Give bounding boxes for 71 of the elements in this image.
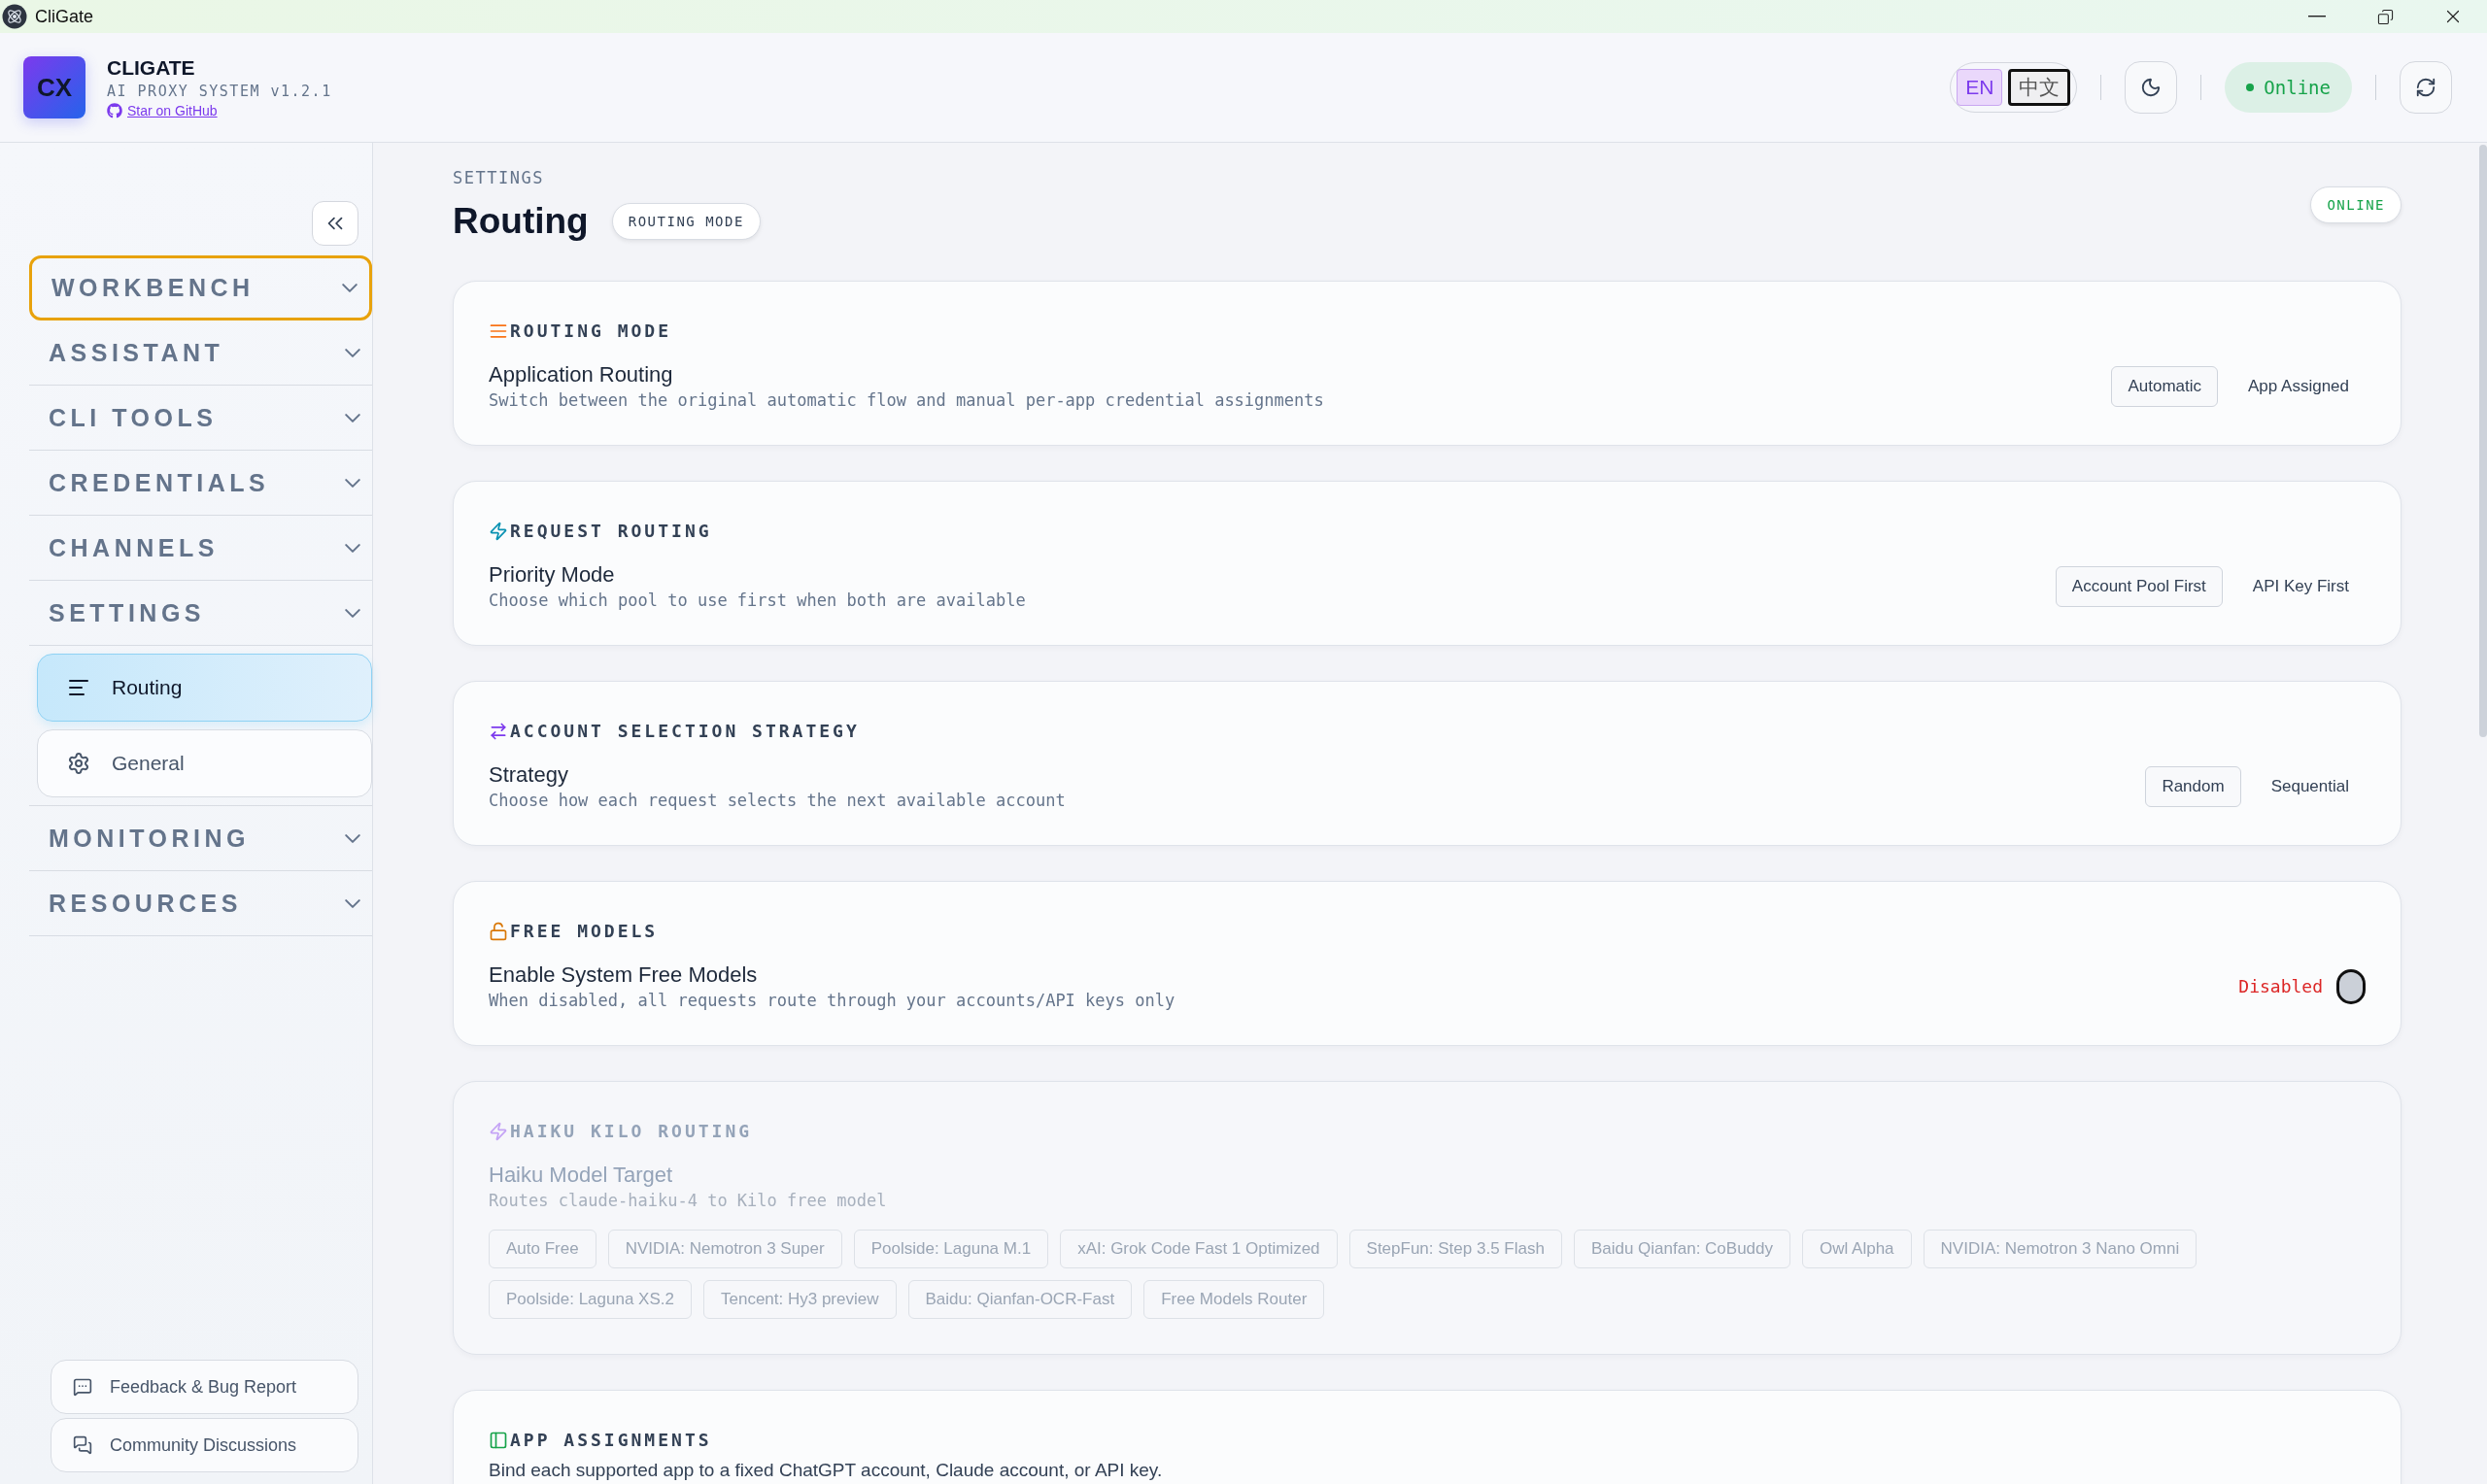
setting-label: Strategy <box>489 762 569 788</box>
card-description: Bind each supported app to a fixed ChatGPT account, Claude account, or API key. <box>489 1460 1163 1481</box>
mode-badge: ROUTING MODE <box>611 203 761 240</box>
setting-description: Choose which pool to use first when both are available <box>489 590 1026 610</box>
app-title: CLIGATE <box>107 56 196 80</box>
card-heading: FREE MODELS <box>510 921 659 941</box>
status-badge: ONLINE <box>2310 186 2402 223</box>
nav-item[interactable]: General <box>37 729 372 797</box>
chat-bubbles-icon <box>73 1435 92 1455</box>
setting-description: Switch between the original automatic flow and manual per-app credential assignments <box>489 390 1324 410</box>
github-link[interactable]: Star on GitHub <box>107 103 332 118</box>
app-subtitle: AI PROXY SYSTEM v1.2.1 <box>107 83 332 100</box>
card-heading: HAIKU KILO ROUTING <box>510 1121 753 1141</box>
app-icon <box>2 4 27 29</box>
scrollbar[interactable] <box>2479 145 2487 737</box>
refresh-button[interactable] <box>2400 61 2452 114</box>
segment-option[interactable]: Sequential <box>2254 765 2366 807</box>
chat-bubble-icon <box>73 1377 92 1397</box>
segment-option[interactable]: API Key First <box>2235 565 2366 607</box>
chevron-icon <box>345 833 360 843</box>
setting-description: Choose how each request selects the next available account <box>489 791 1066 810</box>
chevron-icon <box>345 348 360 357</box>
chevron-icon <box>345 608 360 618</box>
segment-option[interactable]: App Assigned <box>2231 365 2366 407</box>
status-dot <box>2246 84 2255 91</box>
collapse-sidebar-button[interactable] <box>312 201 358 246</box>
chevron-icon <box>342 284 358 292</box>
moon-icon <box>2140 77 2163 98</box>
segment-option[interactable]: Account Pool First <box>2055 565 2223 607</box>
card-heading: ROUTING MODE <box>510 320 672 341</box>
chevron-icon <box>345 478 360 488</box>
setting-label: Priority Mode <box>489 562 616 588</box>
status-indicator: Online <box>2225 62 2352 113</box>
nav-section[interactable]: WORKBENCH <box>29 255 372 320</box>
app-logo: CX <box>23 56 85 118</box>
nav-section[interactable]: MONITORING <box>29 806 372 871</box>
refresh-icon <box>2415 77 2436 98</box>
page-title: Routing <box>453 201 589 242</box>
breadcrumb: SETTINGS <box>453 168 545 187</box>
footer-link[interactable]: Feedback & Bug Report <box>51 1360 358 1414</box>
window-title: CliGate <box>35 6 94 27</box>
setting-label: Haiku Model Target <box>489 1163 674 1188</box>
restore-icon <box>2376 8 2394 25</box>
nav-item[interactable]: Routing <box>37 654 372 722</box>
chevron-icon <box>345 543 360 553</box>
setting-description: Routes claude-haiku-4 to Kilo free model <box>489 1191 887 1210</box>
nav-section[interactable]: SETTINGS <box>29 581 372 646</box>
toggle-switch[interactable] <box>2336 968 2366 1004</box>
chevron-icon <box>345 413 360 422</box>
toggle-state: Disabled <box>2238 976 2323 996</box>
nav-section[interactable]: ASSISTANT <box>29 320 372 386</box>
card-heading: REQUEST ROUTING <box>510 521 712 541</box>
language-option[interactable]: EN <box>1957 69 2003 106</box>
segment-option[interactable]: Random <box>2145 765 2241 807</box>
theme-toggle-button[interactable] <box>2125 61 2178 114</box>
settings-icon <box>67 752 90 775</box>
card-heading: APP ASSIGNMENTS <box>510 1430 712 1450</box>
nav-section[interactable]: CREDENTIALS <box>29 451 372 516</box>
github-icon <box>107 103 122 118</box>
setting-description: When disabled, all requests route through your accounts/API keys only <box>489 991 1175 1010</box>
setting-label: Enable System Free Models <box>489 962 759 988</box>
nav-section[interactable]: CHANNELS <box>29 516 372 581</box>
card-heading: ACCOUNT SELECTION STRATEGY <box>510 721 860 741</box>
minimize-icon <box>2308 16 2326 17</box>
language-option[interactable]: 中文 <box>2008 69 2071 106</box>
nav-section[interactable]: CLI TOOLS <box>29 386 372 451</box>
setting-label: Application Routing <box>489 362 674 388</box>
segment-option[interactable]: Automatic <box>2111 365 2219 407</box>
chevron-icon <box>345 898 360 908</box>
nav-section[interactable]: RESOURCES <box>29 871 372 936</box>
footer-link[interactable]: Community Discussions <box>51 1418 358 1472</box>
